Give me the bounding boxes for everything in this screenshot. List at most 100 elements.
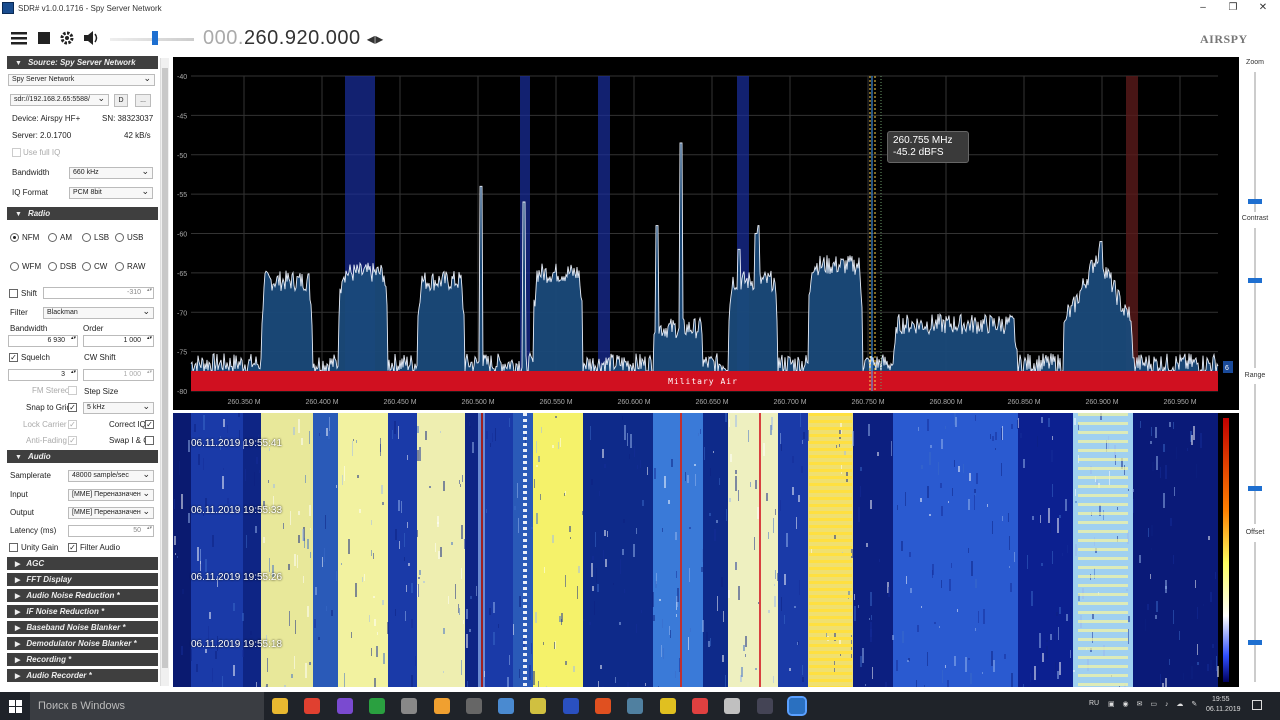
- source-select[interactable]: Spy Server Network: [8, 73, 155, 86]
- zoom-slider-track[interactable]: [1254, 72, 1256, 212]
- waterfall-plot[interactable]: [173, 413, 1239, 687]
- audio-section-header[interactable]: ▼ Audio: [7, 450, 158, 463]
- phone-icon[interactable]: [368, 698, 385, 714]
- clock-date[interactable]: 06.11.2019: [1206, 706, 1241, 713]
- use-full-iq-checkbox[interactable]: [12, 148, 21, 157]
- mode-radio-dsb[interactable]: [48, 262, 57, 271]
- stop-icon[interactable]: [35, 30, 53, 46]
- more-button[interactable]: ...: [135, 94, 151, 107]
- tray-icons[interactable]: ▣ ◉ ✉ ▭ ♪ ☁ ✎: [1108, 700, 1200, 708]
- spectrum-plot[interactable]: -40 -45 -50 -55 -60 -65 -70 -75 -80 260.350 M 260.…: [173, 57, 1239, 410]
- mode-radio-nfm[interactable]: [10, 233, 19, 242]
- filter-select[interactable]: Blackman: [43, 306, 154, 319]
- latency-input[interactable]: 50: [68, 525, 154, 537]
- tuning-arrows-icon[interactable]: ◂▸: [367, 31, 384, 48]
- volume-knob[interactable]: [152, 31, 158, 45]
- range-slider-knob[interactable]: [1248, 486, 1262, 491]
- mode-radio-raw[interactable]: [115, 262, 124, 271]
- storage-icon[interactable]: [530, 698, 547, 714]
- dnb-section-header[interactable]: ▶ Demodulator Noise Blanker *: [7, 637, 158, 650]
- taskbar-search[interactable]: Поиск в Windows: [30, 692, 264, 720]
- anr-section-header[interactable]: ▶ Audio Noise Reduction *: [7, 589, 158, 602]
- waterfall-burst: [809, 490, 852, 493]
- radio-section-header[interactable]: ▼ Radio: [7, 207, 158, 220]
- anti-fading-checkbox[interactable]: ✓: [68, 436, 77, 445]
- cw-shift-input[interactable]: 1 000: [83, 369, 154, 381]
- swap-iq-checkbox[interactable]: [145, 436, 154, 445]
- waterfall-display[interactable]: 06.11.2019 19:55:41 06.11.2019 19:55:33 06…: [173, 413, 1239, 687]
- mode-radio-am[interactable]: [48, 233, 57, 242]
- contrast-slider-track[interactable]: [1254, 228, 1256, 368]
- source-bandwidth-select[interactable]: 660 kHz: [69, 166, 153, 179]
- panel-scrollbar-thumb[interactable]: [162, 68, 168, 668]
- minimize-button[interactable]: –: [1188, 0, 1218, 16]
- calendar-icon[interactable]: [562, 698, 579, 714]
- mode-radio-cw[interactable]: [82, 262, 91, 271]
- flag-icon[interactable]: [691, 698, 708, 714]
- frequency-display[interactable]: 000.260.920.000 ◂▸: [203, 27, 384, 50]
- fm-stereo-checkbox[interactable]: [68, 386, 77, 395]
- squelch-checkbox[interactable]: ✓: [9, 353, 18, 362]
- offset-slider-track[interactable]: [1254, 542, 1256, 682]
- contrast-slider-knob[interactable]: [1248, 278, 1262, 283]
- fft-section-header[interactable]: ▶ FFT Display: [7, 573, 158, 586]
- shift-input[interactable]: -310: [43, 287, 154, 299]
- waterfall-speckle: [773, 676, 774, 683]
- app-orange-icon[interactable]: [433, 698, 450, 714]
- file-explorer-icon[interactable]: [272, 698, 288, 714]
- disconnect-button[interactable]: D: [114, 94, 128, 107]
- waterfall-burst: [809, 525, 852, 528]
- disc-icon[interactable]: [724, 698, 741, 714]
- radio-bandwidth-input[interactable]: 6 930: [8, 335, 78, 347]
- bnb-section-header[interactable]: ▶ Baseband Noise Blanker *: [7, 621, 158, 634]
- unity-gain-checkbox[interactable]: [9, 543, 18, 552]
- language-indicator[interactable]: RU: [1089, 700, 1099, 707]
- satellite-icon[interactable]: [498, 698, 515, 714]
- correct-iq-checkbox[interactable]: ✓: [145, 420, 154, 429]
- iq-format-select[interactable]: PCM 8bit: [69, 186, 153, 199]
- samplerate-select[interactable]: 48000 sample/sec: [68, 469, 154, 482]
- waterfall-speckle: [774, 596, 776, 607]
- mode-radio-lsb[interactable]: [82, 233, 91, 242]
- pencil-icon[interactable]: [659, 698, 676, 714]
- snap-to-grid-checkbox[interactable]: ✓: [68, 403, 77, 412]
- airplane-icon[interactable]: [756, 698, 773, 714]
- order-input[interactable]: 1 000: [83, 335, 154, 347]
- tool-icon[interactable]: [595, 698, 611, 714]
- menu-icon[interactable]: [10, 30, 28, 46]
- volume-slider[interactable]: [110, 31, 194, 45]
- mode-radio-usb[interactable]: [115, 233, 124, 242]
- agc-section-header[interactable]: ▶ AGC: [7, 557, 158, 570]
- clock-time[interactable]: 19:55: [1212, 696, 1230, 703]
- offset-slider-knob[interactable]: [1248, 640, 1262, 645]
- range-slider-track[interactable]: [1254, 384, 1256, 524]
- speaker-icon[interactable]: [82, 30, 100, 46]
- windows-start-icon[interactable]: [9, 700, 22, 713]
- map-icon[interactable]: [627, 698, 644, 714]
- output-device-select[interactable]: [MME] Переназначен: [68, 506, 154, 519]
- ifnr-section-header[interactable]: ▶ IF Noise Reduction *: [7, 605, 158, 618]
- sdr-sharp-icon[interactable]: [786, 696, 807, 716]
- maximize-button[interactable]: ❐: [1218, 0, 1248, 16]
- viber-icon[interactable]: [336, 698, 353, 714]
- notifications-icon[interactable]: [1252, 700, 1262, 710]
- server-url-input[interactable]: sdr://192.168.2.65:5588/: [10, 93, 109, 106]
- shift-checkbox[interactable]: [9, 289, 18, 298]
- step-size-select[interactable]: 5 kHz: [83, 401, 154, 414]
- audio-recorder-section-header[interactable]: ▶ Audio Recorder *: [7, 669, 158, 682]
- recording-section-header[interactable]: ▶ Recording *: [7, 653, 158, 666]
- lock-carrier-checkbox[interactable]: ✓: [68, 420, 77, 429]
- zoom-slider-knob[interactable]: [1248, 199, 1262, 204]
- audio-icon[interactable]: [465, 698, 482, 714]
- filter-audio-checkbox[interactable]: ✓: [68, 543, 77, 552]
- gear-icon[interactable]: [58, 30, 76, 46]
- network-icon[interactable]: [401, 698, 418, 714]
- input-device-select[interactable]: [MME] Переназначен: [68, 488, 154, 501]
- panel-scrollbar[interactable]: [160, 58, 169, 686]
- mode-radio-wfm[interactable]: [10, 262, 19, 271]
- source-section-header[interactable]: ▼ Source: Spy Server Network: [7, 56, 158, 69]
- close-button[interactable]: ✕: [1248, 0, 1278, 16]
- squelch-input[interactable]: 3: [8, 369, 78, 381]
- spectrum-display[interactable]: -40 -45 -50 -55 -60 -65 -70 -75 -80 260.350 M 260.…: [173, 57, 1239, 410]
- chrome-icon[interactable]: [304, 698, 321, 714]
